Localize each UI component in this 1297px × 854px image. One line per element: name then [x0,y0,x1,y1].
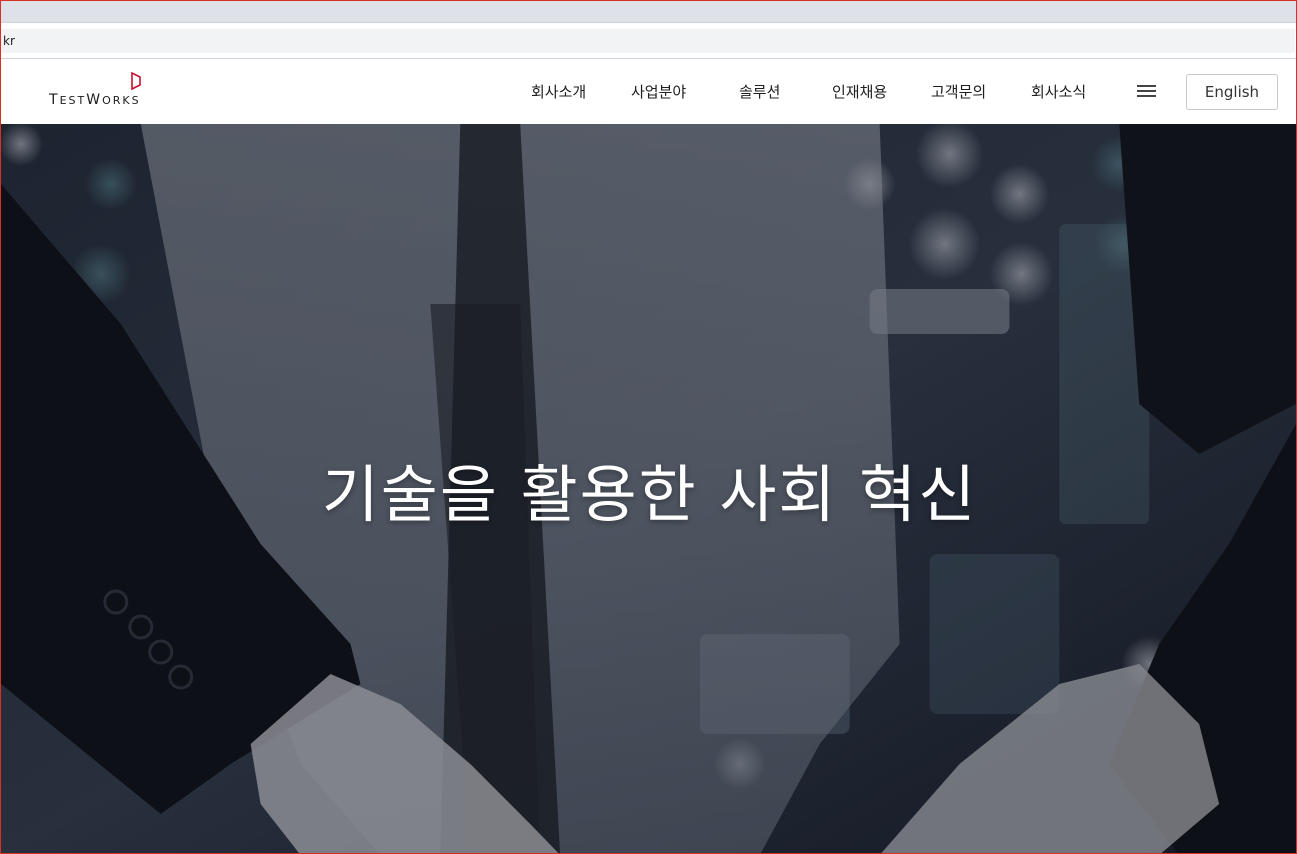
site-header: TESTWORKS 회사소개 사업분야 솔루션 인재채용 고객문의 회사소식 E… [1,60,1296,124]
hamburger-icon[interactable] [1137,85,1156,99]
logo[interactable]: TESTWORKS [49,72,149,112]
address-text: kr [3,34,15,48]
nav-item-news[interactable]: 회사소식 [1031,81,1086,102]
nav-item-business[interactable]: 사업분야 [631,81,686,102]
nav-item-solutions[interactable]: 솔루션 [739,81,780,102]
screenshot-frame: kr TESTWORKS 회사소개 사업분야 솔루션 인재채용 고객문의 회사소… [0,0,1297,854]
nav-item-contact[interactable]: 고객문의 [931,81,986,102]
browser-address-bar: kr [1,23,1296,59]
logo-mark-icon [131,72,141,90]
browser-tab-strip [1,1,1296,23]
hero-title: 기술을 활용한 사회 혁신 [321,458,978,531]
nav-item-company[interactable]: 회사소개 [531,81,586,102]
language-button[interactable]: English [1186,74,1278,110]
address-field[interactable]: kr [1,29,1295,53]
hero-section: 기술을 활용한 사회 혁신 [1,124,1296,853]
nav-item-careers[interactable]: 인재채용 [832,81,887,102]
logo-text: TESTWORKS [49,92,141,108]
